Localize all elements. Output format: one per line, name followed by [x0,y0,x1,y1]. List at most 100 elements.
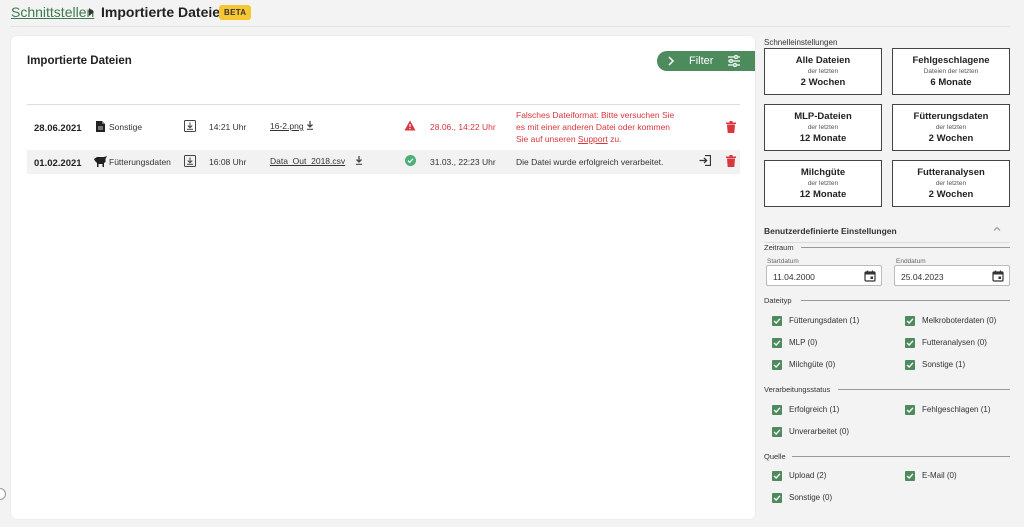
table-row: 01.02.2021 Fütterungsdaten 16:08 Uhr Dat… [27,150,740,174]
cow-icon [94,156,107,167]
trash-icon[interactable] [726,155,736,167]
checkbox-label: Sonstige (1) [922,360,966,369]
quick-setting-value: 12 Monate [799,133,847,144]
download-arrow-icon[interactable] [355,156,363,165]
import-download-icon [184,155,196,167]
checkbox-label: Upload (2) [789,471,827,480]
collapse-edge-button[interactable] [0,488,6,500]
checkbox-checked-icon[interactable] [905,405,915,415]
quick-setting-mlp[interactable]: MLP-Dateien der letzten 12 Monate [764,104,882,151]
quick-setting-feeding[interactable]: Fütterungsdaten der letzten 2 Wochen [892,104,1010,151]
quick-setting-value: 2 Wochen [928,189,974,200]
custom-settings-divider [764,242,1010,243]
quick-setting-value: 12 Monate [799,189,847,200]
success-check-icon [405,155,416,166]
checkbox-label: Fehlgeschlagen (1) [922,405,991,414]
end-date-value: 25.04.2023 [901,272,944,282]
start-date-value: 11.04.2000 [773,272,815,282]
group-label-zeitraum: Zeitraum [764,243,794,252]
custom-settings-title: Benutzerdefinierte Einstellungen [764,226,897,236]
error-message-line-1: Falsches Dateiformat: Bitte versuchen Si… [516,110,675,120]
start-date-field[interactable]: 11.04.2000 [766,265,882,286]
header-divider [11,26,1010,27]
checkbox-label: Erfolgreich (1) [789,405,840,414]
download-arrow-icon[interactable] [306,121,314,130]
checkbox-checked-icon[interactable] [905,471,915,481]
checkbox-checked-icon[interactable] [772,493,782,503]
checkbox-label: Sonstige (0) [789,493,833,502]
error-message-line-2: es mit einer anderen Datei oder kommen [516,122,671,132]
group-divider [792,456,1010,457]
support-link[interactable]: Support [578,134,608,144]
calendar-icon[interactable] [992,270,1004,282]
checkbox-checked-icon[interactable] [905,316,915,326]
row-date: 01.02.2021 [34,158,82,169]
warning-icon [404,120,416,131]
quick-setting-sub: der letzten [807,124,839,131]
group-divider [801,300,1010,301]
quick-setting-title: Alle Dateien [795,55,851,66]
checkbox-label: Milchgüte (0) [789,360,836,369]
chevron-right-icon [668,56,675,66]
checkbox-checked-icon[interactable] [772,405,782,415]
quick-setting-failed[interactable]: Fehlgeschlagene Dateien der letzten 6 Mo… [892,48,1010,95]
quick-setting-value: 2 Wochen [928,133,974,144]
start-date-label: Startdatum [767,258,799,265]
checkbox-checked-icon[interactable] [772,427,782,437]
table-top-divider [27,104,740,105]
group-label-dateityp: Dateityp [764,296,792,305]
breadcrumb-separator-icon [89,8,94,16]
checkbox-label: E-Mail (0) [922,471,957,480]
quick-setting-title: Fehlgeschlagene [912,55,990,66]
row-time: 14:21 Uhr [209,122,247,132]
quick-setting-milk-quality[interactable]: Milchgüte der letzten 12 Monate [764,160,882,207]
quick-setting-all-files[interactable]: Alle Dateien der letzten 2 Wochen [764,48,882,95]
quick-setting-feed-analysis[interactable]: Futteranalysen der letzten 2 Wochen [892,160,1010,207]
document-icon [96,121,105,132]
open-login-icon[interactable] [699,155,711,166]
row-processed-time: 28.06., 14:22 Uhr [430,122,496,132]
row-message: Die Datei wurde erfolgreich verarbeitet. [516,157,664,167]
quick-setting-title: Fütterungsdaten [913,111,989,122]
quick-setting-value: 2 Wochen [800,77,846,88]
breadcrumb-schnittstellen-link[interactable]: Schnittstellen [11,4,94,20]
checkbox-checked-icon[interactable] [772,471,782,481]
table-row: 28.06.2021 Sonstige 14:21 Uhr 16-2.png 2… [27,108,740,146]
page-title: Importierte Dateien [101,4,229,20]
row-type: Sonstige [109,122,143,132]
tune-sliders-icon [728,55,740,67]
row-processed-time: 31.03., 22:23 Uhr [430,157,496,167]
trash-icon[interactable] [726,121,736,133]
quick-setting-value: 6 Monate [930,77,972,88]
group-divider [838,389,1010,390]
row-time: 16:08 Uhr [209,157,247,167]
import-download-icon [184,120,196,132]
beta-badge: BETA [219,5,252,20]
quick-setting-sub: der letzten [807,180,839,187]
filter-label: Filter [689,55,714,67]
calendar-icon[interactable] [864,270,876,282]
error-message-line-3: Sie auf unseren Support zu. [516,134,621,144]
error-message-end: zu. [610,134,622,144]
row-file-link[interactable]: Data_Out_2018.csv [270,156,345,166]
filter-button[interactable]: Filter [657,51,755,71]
group-label-verarbeitungsstatus: Verarbeitungsstatus [764,385,831,394]
end-date-field[interactable]: 25.04.2023 [894,265,1010,286]
checkbox-checked-icon[interactable] [905,338,915,348]
quick-setting-sub: der letzten [807,68,839,75]
group-label-quelle: Quelle [764,452,786,461]
card-title: Importierte Dateien [27,55,132,67]
error-message-text: Sie auf unseren [516,134,576,144]
checkbox-checked-icon[interactable] [772,316,782,326]
row-file-link[interactable]: 16-2.png [270,121,304,131]
quick-setting-sub: Dateien der letzten [923,68,979,75]
checkbox-checked-icon[interactable] [772,360,782,370]
quick-setting-title: Futteranalysen [917,167,985,178]
quick-setting-sub: der letzten [935,124,967,131]
top-bar: Schnittstellen Importierte Dateien BETA [0,0,1024,26]
checkbox-checked-icon[interactable] [772,338,782,348]
checkbox-label: Unverarbeitet (0) [789,427,850,436]
checkbox-checked-icon[interactable] [905,360,915,370]
chevron-up-icon[interactable] [992,224,1002,234]
group-divider [801,247,1010,248]
